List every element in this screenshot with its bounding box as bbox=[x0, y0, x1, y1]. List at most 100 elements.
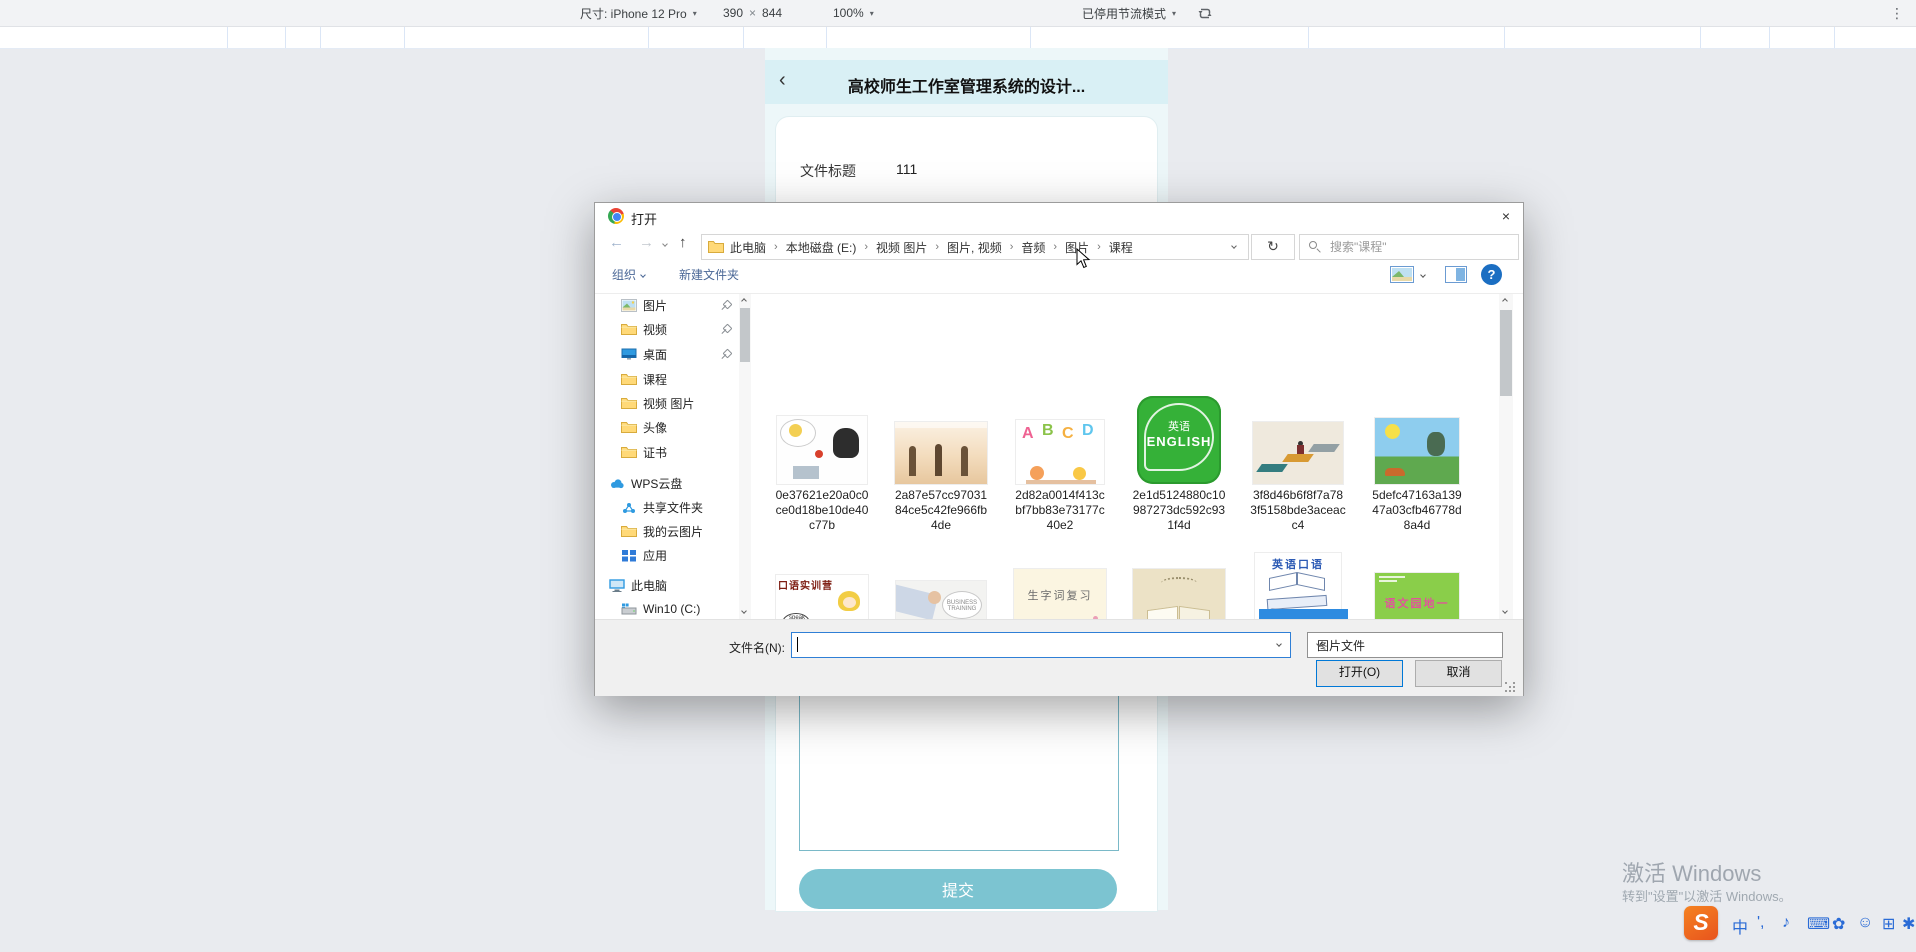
file-thumbnail[interactable] bbox=[1253, 422, 1343, 484]
file-name[interactable]: 2e1d5124880c10987273dc592c931f4d bbox=[1131, 488, 1227, 534]
file-thumbnail[interactable]: 语文园地一 bbox=[1375, 573, 1459, 620]
chinese-mode-icon[interactable]: 中 bbox=[1732, 914, 1748, 938]
file-thumbnail[interactable] bbox=[777, 416, 867, 484]
keyboard-icon[interactable]: ⌨ bbox=[1807, 914, 1830, 934]
skin-icon[interactable]: ✿ bbox=[1832, 914, 1845, 934]
view-dropdown-chevron-icon[interactable] bbox=[1420, 272, 1426, 278]
nav-history-chevron-icon[interactable] bbox=[662, 241, 668, 247]
thumbnail-art bbox=[1308, 444, 1340, 452]
change-view-button[interactable] bbox=[1390, 266, 1414, 286]
punctuation-icon[interactable]: ', bbox=[1757, 914, 1765, 932]
voice-icon[interactable]: ♪ bbox=[1782, 914, 1790, 932]
open-button[interactable]: 打开(O) bbox=[1316, 660, 1403, 687]
breadcrumb-item[interactable]: 音频 bbox=[1019, 239, 1047, 256]
breadcrumb-item[interactable]: 课程 bbox=[1107, 239, 1135, 256]
thumbnail-art bbox=[1026, 480, 1096, 484]
dialog-titlebar[interactable]: 打开 × bbox=[595, 203, 1523, 229]
nav-forward-button[interactable]: → bbox=[639, 234, 654, 251]
emoji-icon[interactable]: ☺ bbox=[1857, 914, 1873, 932]
file-title-value[interactable]: 111 bbox=[896, 161, 917, 177]
close-icon[interactable]: × bbox=[1493, 205, 1519, 227]
table-grid-line bbox=[826, 26, 827, 48]
sidebar-item[interactable]: 桌面 bbox=[621, 343, 667, 365]
file-thumbnail[interactable] bbox=[1375, 418, 1459, 484]
scroll-up-icon[interactable] bbox=[1502, 298, 1508, 304]
scroll-down-icon[interactable] bbox=[1502, 608, 1508, 614]
preview-pane-button[interactable] bbox=[1445, 266, 1467, 286]
thumbnail-art bbox=[1161, 577, 1197, 589]
table-grid-line bbox=[404, 26, 405, 48]
scroll-up-icon[interactable] bbox=[741, 298, 747, 304]
file-grid: 0e37621e20a0c0ce0d18be10de40c77b 2a87e57c… bbox=[756, 294, 1496, 620]
sidebar-scrollbar[interactable] bbox=[739, 294, 751, 620]
scrollbar-thumb[interactable] bbox=[1500, 310, 1512, 396]
scroll-down-icon[interactable] bbox=[741, 608, 747, 614]
thumbnail-art: 生字词复习 bbox=[1027, 590, 1093, 602]
breadcrumb-separator-icon: › bbox=[864, 241, 869, 253]
rotate-viewport-button[interactable] bbox=[1197, 0, 1213, 26]
sidebar-item[interactable]: 证书 bbox=[621, 441, 667, 463]
scrollbar-thumb[interactable] bbox=[740, 308, 750, 362]
viewport-height-input[interactable]: 844 bbox=[762, 6, 782, 20]
filename-dropdown-chevron-icon[interactable] bbox=[1276, 641, 1282, 647]
sidebar-item[interactable]: 应用 bbox=[621, 544, 667, 566]
viewport-width-input[interactable]: 390 bbox=[723, 6, 743, 20]
sidebar-item[interactable]: Win10 (C:) bbox=[621, 598, 700, 620]
nav-up-button[interactable]: ↑ bbox=[679, 234, 687, 251]
sogou-ime-logo[interactable]: S bbox=[1684, 906, 1718, 940]
sidebar-item-label: Win10 (C:) bbox=[643, 602, 701, 616]
file-thumbnail[interactable] bbox=[895, 422, 987, 484]
thumbnail-art bbox=[1297, 445, 1304, 454]
file-thumbnail[interactable]: 生字词复习 bbox=[1014, 569, 1106, 620]
sidebar-item[interactable]: 视频 图片 bbox=[621, 392, 694, 414]
cancel-button[interactable]: 取消 bbox=[1415, 660, 1502, 687]
sidebar-item[interactable]: 共享文件夹 bbox=[621, 496, 703, 518]
file-thumbnail[interactable]: ABCD bbox=[1016, 420, 1104, 484]
file-name[interactable]: 3f8d46b6f8f7a783f5158bde3aceacc4 bbox=[1250, 488, 1346, 534]
resize-grip[interactable] bbox=[1505, 682, 1517, 694]
file-thumbnail[interactable]: 口语实训营speak out! bbox=[776, 575, 868, 620]
thumbnail-art bbox=[1269, 572, 1297, 591]
sidebar-item[interactable]: WPS云盘 bbox=[609, 472, 682, 494]
file-name[interactable]: 2d82a0014f413cbf7bb83e73177c40e2 bbox=[1012, 488, 1108, 534]
files-scrollbar[interactable] bbox=[1499, 294, 1513, 620]
activate-windows-subtitle: 转到"设置"以激活 Windows。 bbox=[1622, 889, 1792, 904]
breadcrumb-item[interactable]: 此电脑 bbox=[728, 239, 768, 256]
breadcrumb-item[interactable]: 图片, 视频 bbox=[945, 239, 1004, 256]
organize-menu[interactable]: 组织 bbox=[612, 266, 646, 283]
table-grid-line bbox=[285, 26, 286, 48]
file-thumbnail[interactable]: 英语 ENGLISH bbox=[1137, 396, 1221, 484]
thumbnail-art bbox=[1256, 464, 1288, 472]
sidebar-item[interactable]: 头像 bbox=[621, 416, 667, 438]
file-name[interactable]: 0e37621e20a0c0ce0d18be10de40c77b bbox=[774, 488, 870, 534]
toolbox-icon[interactable]: ⊞ bbox=[1882, 914, 1895, 934]
sidebar-item[interactable]: 此电脑 bbox=[609, 574, 667, 596]
nav-back-button[interactable]: ← bbox=[609, 234, 624, 251]
device-type-selector[interactable]: 尺寸: iPhone 12 Pro ▾ bbox=[580, 0, 697, 26]
submit-button[interactable]: 提交 bbox=[799, 869, 1117, 909]
file-name[interactable]: 2a87e57cc9703184ce5c42fe966fb4de bbox=[893, 488, 989, 534]
breadcrumb-item[interactable]: 本地磁盘 (E:) bbox=[784, 239, 859, 256]
throttle-selector[interactable]: 已停用节流模式 ▾ bbox=[1082, 0, 1176, 26]
filename-input[interactable] bbox=[791, 632, 1291, 658]
sidebar-item[interactable]: 图片 bbox=[621, 294, 667, 316]
filetype-select[interactable]: 图片文件 bbox=[1307, 632, 1503, 658]
breadcrumb-item[interactable]: 视频 图片 bbox=[874, 239, 929, 256]
zoom-selector[interactable]: 100% ▾ bbox=[833, 0, 874, 26]
sidebar-item[interactable]: 视频 bbox=[621, 318, 667, 340]
more-options-menu[interactable]: ⋮ bbox=[1890, 3, 1904, 23]
refresh-button[interactable]: ↻ bbox=[1251, 234, 1295, 260]
sidebar-item[interactable]: 课程 bbox=[621, 368, 667, 390]
new-folder-button[interactable]: 新建文件夹 bbox=[679, 266, 739, 283]
sidebar-item[interactable]: 我的云图片 bbox=[621, 520, 703, 542]
help-button[interactable]: ? bbox=[1481, 264, 1502, 285]
table-grid-line bbox=[1308, 26, 1309, 48]
chrome-icon bbox=[608, 208, 624, 224]
address-bar[interactable]: 此电脑 › 本地磁盘 (E:) › 视频 图片 › 图片, 视频 › 音频 › 图片 › 课程 bbox=[701, 234, 1249, 260]
search-input[interactable] bbox=[1328, 237, 1512, 257]
file-thumbnail[interactable] bbox=[1133, 569, 1225, 620]
file-thumbnail[interactable]: BUSINESS TRAINING bbox=[896, 581, 986, 620]
file-name[interactable]: 5defc47163a13947a03cfb46778d8a4d bbox=[1369, 488, 1465, 534]
address-dropdown-chevron-icon[interactable] bbox=[1231, 243, 1237, 249]
settings-icon[interactable]: ✱ bbox=[1902, 914, 1915, 934]
